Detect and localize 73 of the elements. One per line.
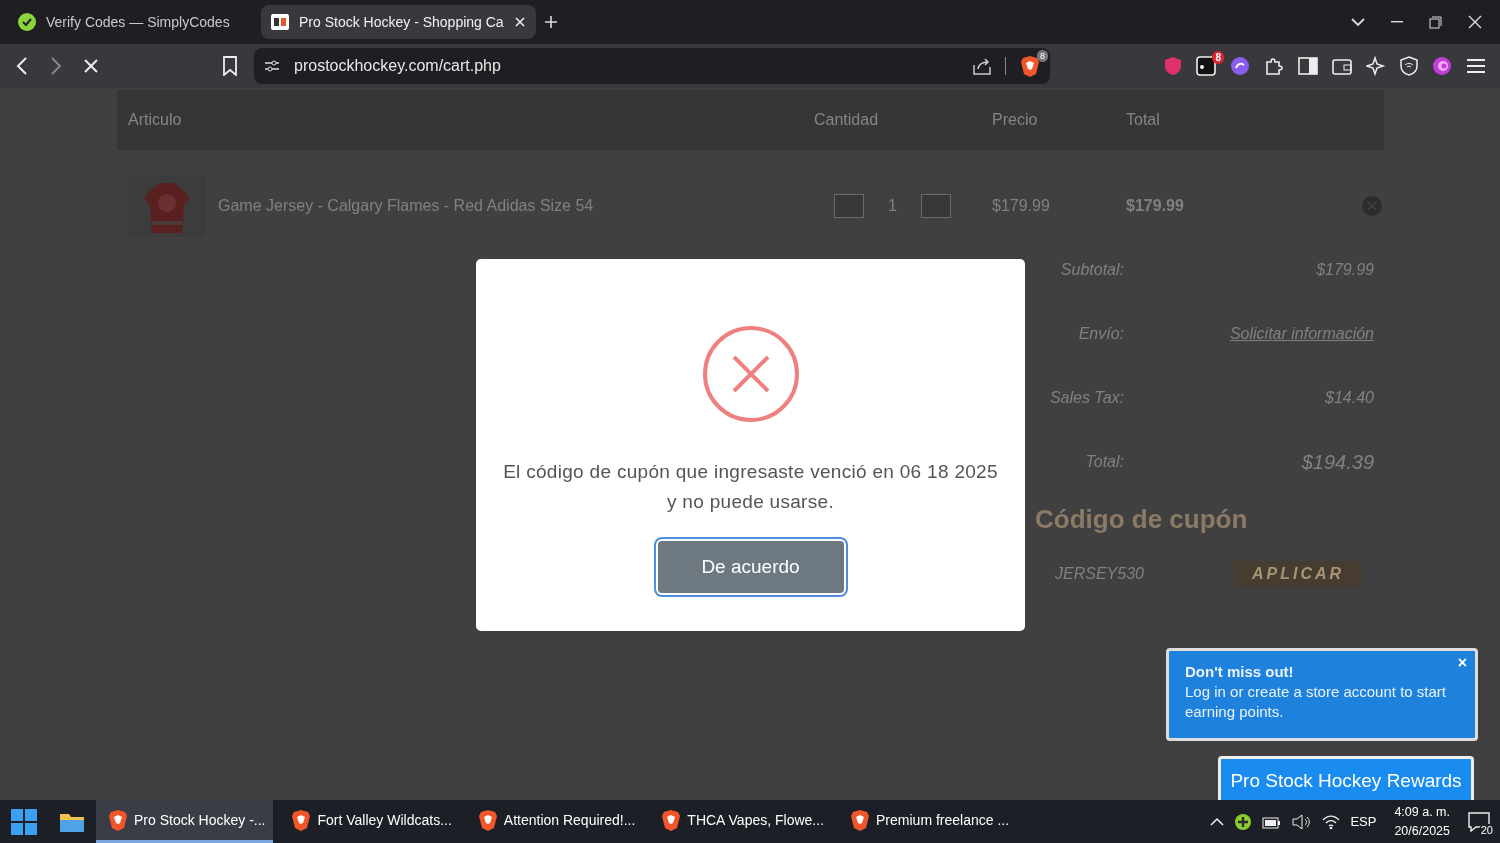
clock[interactable]: 4:09 a. m. 20/6/2025 xyxy=(1394,802,1450,841)
popup-title: Don't miss out! xyxy=(1185,662,1295,682)
summary-value: $14.40 xyxy=(1324,388,1374,408)
quantity-value: 1 xyxy=(888,197,897,215)
taskbar-app[interactable]: Attention Required!... xyxy=(465,800,644,843)
browser-tab[interactable]: Pro Stock Hockey - Shopping Ca xyxy=(261,5,536,39)
summary-label: Total: xyxy=(1084,452,1124,472)
restore-icon[interactable] xyxy=(1429,15,1442,29)
taskbar-app[interactable]: Fort Valley Wildcats... xyxy=(279,800,460,843)
shield-icon xyxy=(1020,55,1040,77)
count-badge: 8 xyxy=(1037,50,1048,62)
time-text: 4:09 a. m. xyxy=(1394,803,1450,821)
summary-label: Subtotal: xyxy=(1059,260,1124,280)
popup-text: Log in or create a store account to start earning points. xyxy=(1185,683,1446,720)
browser-icon xyxy=(291,809,312,831)
sparkle-icon[interactable] xyxy=(1366,56,1386,76)
close-button[interactable]: × xyxy=(1457,654,1467,672)
date-text: 20/6/2025 xyxy=(1394,822,1450,840)
taskbar-app[interactable]: THCA Vapes, Flowe... xyxy=(649,800,833,843)
taskbar-app[interactable]: Premium freelance ... xyxy=(838,800,1018,843)
error-icon xyxy=(701,325,800,423)
chevron-up-icon[interactable] xyxy=(1210,817,1225,826)
extension-icon[interactable] xyxy=(1196,56,1216,76)
chevron-down-icon[interactable] xyxy=(1351,17,1365,27)
puzzle-icon[interactable] xyxy=(1264,56,1284,76)
plus-icon[interactable] xyxy=(543,15,558,29)
battery-icon[interactable] xyxy=(1262,814,1283,829)
site-logo-icon xyxy=(271,14,289,30)
total-text: $179.99 xyxy=(1126,197,1185,215)
url-field[interactable]: prostockhockey.com/cart.php xyxy=(294,57,959,75)
tab-title: Pro Stock Hockey - Shopping Ca xyxy=(299,14,504,30)
summary-value: $194.39 xyxy=(1300,449,1374,475)
tab-title: Verify Codes — SimplyCodes xyxy=(46,14,231,30)
close-icon[interactable] xyxy=(513,16,526,28)
menu-icon[interactable] xyxy=(1466,58,1486,74)
browser-icon xyxy=(477,809,498,831)
tune-icon[interactable] xyxy=(264,59,280,73)
column-header: Precio xyxy=(992,111,1039,129)
column-header: Cantidad xyxy=(814,111,880,129)
bookmark-icon[interactable] xyxy=(222,56,238,76)
stop-icon[interactable] xyxy=(84,59,98,73)
section-title: Código de cupón xyxy=(1035,504,1249,535)
share-icon[interactable] xyxy=(973,57,991,75)
browser-icon xyxy=(661,809,682,831)
browser-icon xyxy=(108,809,128,831)
browser-icon xyxy=(850,809,871,831)
back-icon[interactable] xyxy=(16,57,28,75)
windows-icon[interactable] xyxy=(11,808,37,835)
forward-icon[interactable] xyxy=(50,57,62,75)
count-badge: 8 xyxy=(1212,51,1224,64)
check-circle-icon xyxy=(18,13,36,31)
browser-tab[interactable]: Verify Codes — SimplyCodes xyxy=(8,5,253,39)
summary-label: Envío: xyxy=(1077,324,1124,344)
price-text: $179.99 xyxy=(992,197,1051,215)
swirl-icon[interactable] xyxy=(1432,56,1452,76)
sidebar-icon[interactable] xyxy=(1298,57,1318,75)
plus-circle-icon[interactable] xyxy=(1234,812,1253,831)
summary-label: Sales Tax: xyxy=(1049,388,1124,408)
wifi-icon[interactable] xyxy=(1322,813,1341,830)
apply-button[interactable]: APLICAR xyxy=(1233,561,1363,587)
extension-icon[interactable] xyxy=(1230,56,1250,76)
speaker-icon[interactable] xyxy=(1292,813,1313,830)
minimize-icon[interactable] xyxy=(1391,21,1403,23)
column-header: Articulo xyxy=(128,111,183,129)
error-message: El código de cupón que ingresaste venció en 06 18 2025 y no puede usarse. xyxy=(502,460,999,514)
shield-icon[interactable] xyxy=(1400,56,1418,76)
summary-value: $179.99 xyxy=(1315,260,1374,280)
count-badge: 20 xyxy=(1478,823,1495,836)
close-icon[interactable] xyxy=(1468,15,1482,29)
column-header: Total xyxy=(1126,111,1161,129)
taskbar-app[interactable]: Pro Stock Hockey -... xyxy=(96,800,274,843)
language-indicator[interactable]: ESP xyxy=(1350,814,1377,829)
wallet-icon[interactable] xyxy=(1332,57,1352,75)
